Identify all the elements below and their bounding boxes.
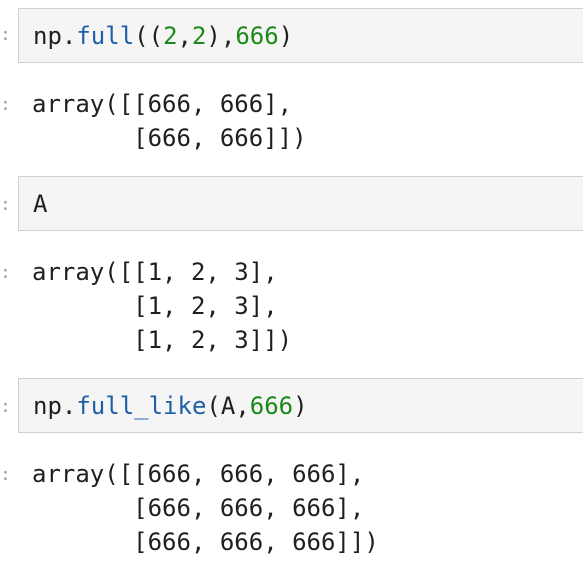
number-literal: 666	[235, 22, 279, 50]
cell-output: array([[666, 666], [666, 666]])	[32, 90, 307, 152]
close-paren: ),	[206, 22, 236, 50]
variable-name: A	[33, 190, 48, 218]
function-name: full	[76, 22, 135, 50]
number-literal: 2	[191, 22, 207, 50]
comma: ,	[235, 392, 250, 420]
input-prompt-marker: :	[0, 396, 11, 417]
open-paren: (	[206, 392, 221, 420]
output-prompt-marker: :	[0, 262, 11, 283]
input-prompt-marker: :	[0, 194, 11, 215]
module-name: np	[33, 392, 62, 420]
number-literal: 666	[249, 392, 294, 420]
code-cell-input[interactable]: np.full_like(A,666)	[18, 378, 583, 433]
code-cell-input[interactable]: A	[18, 176, 583, 231]
output-prompt-marker: :	[0, 464, 11, 485]
module-name: np	[33, 22, 62, 50]
dot-operator: .	[61, 22, 77, 50]
close-paren: )	[278, 22, 294, 50]
cell-output: array([[666, 666, 666], [666, 666, 666],…	[32, 460, 379, 556]
cell-output: array([[1, 2, 3], [1, 2, 3], [1, 2, 3]])	[32, 258, 293, 354]
code-line: np.full_like(A,666)	[33, 391, 308, 421]
code-line: A	[33, 189, 47, 219]
open-paren: ((	[134, 22, 164, 50]
output-prompt-marker: :	[0, 94, 11, 115]
code-line: np.full((2,2),666)	[33, 21, 293, 51]
code-cell-input[interactable]: np.full((2,2),666)	[18, 8, 583, 63]
function-name: full_like	[76, 392, 207, 420]
variable-name: A	[220, 392, 236, 420]
dot-operator: .	[61, 392, 77, 420]
close-paren: )	[293, 392, 308, 420]
comma: ,	[177, 22, 192, 50]
number-literal: 2	[163, 22, 178, 50]
input-prompt-marker: :	[0, 24, 11, 45]
